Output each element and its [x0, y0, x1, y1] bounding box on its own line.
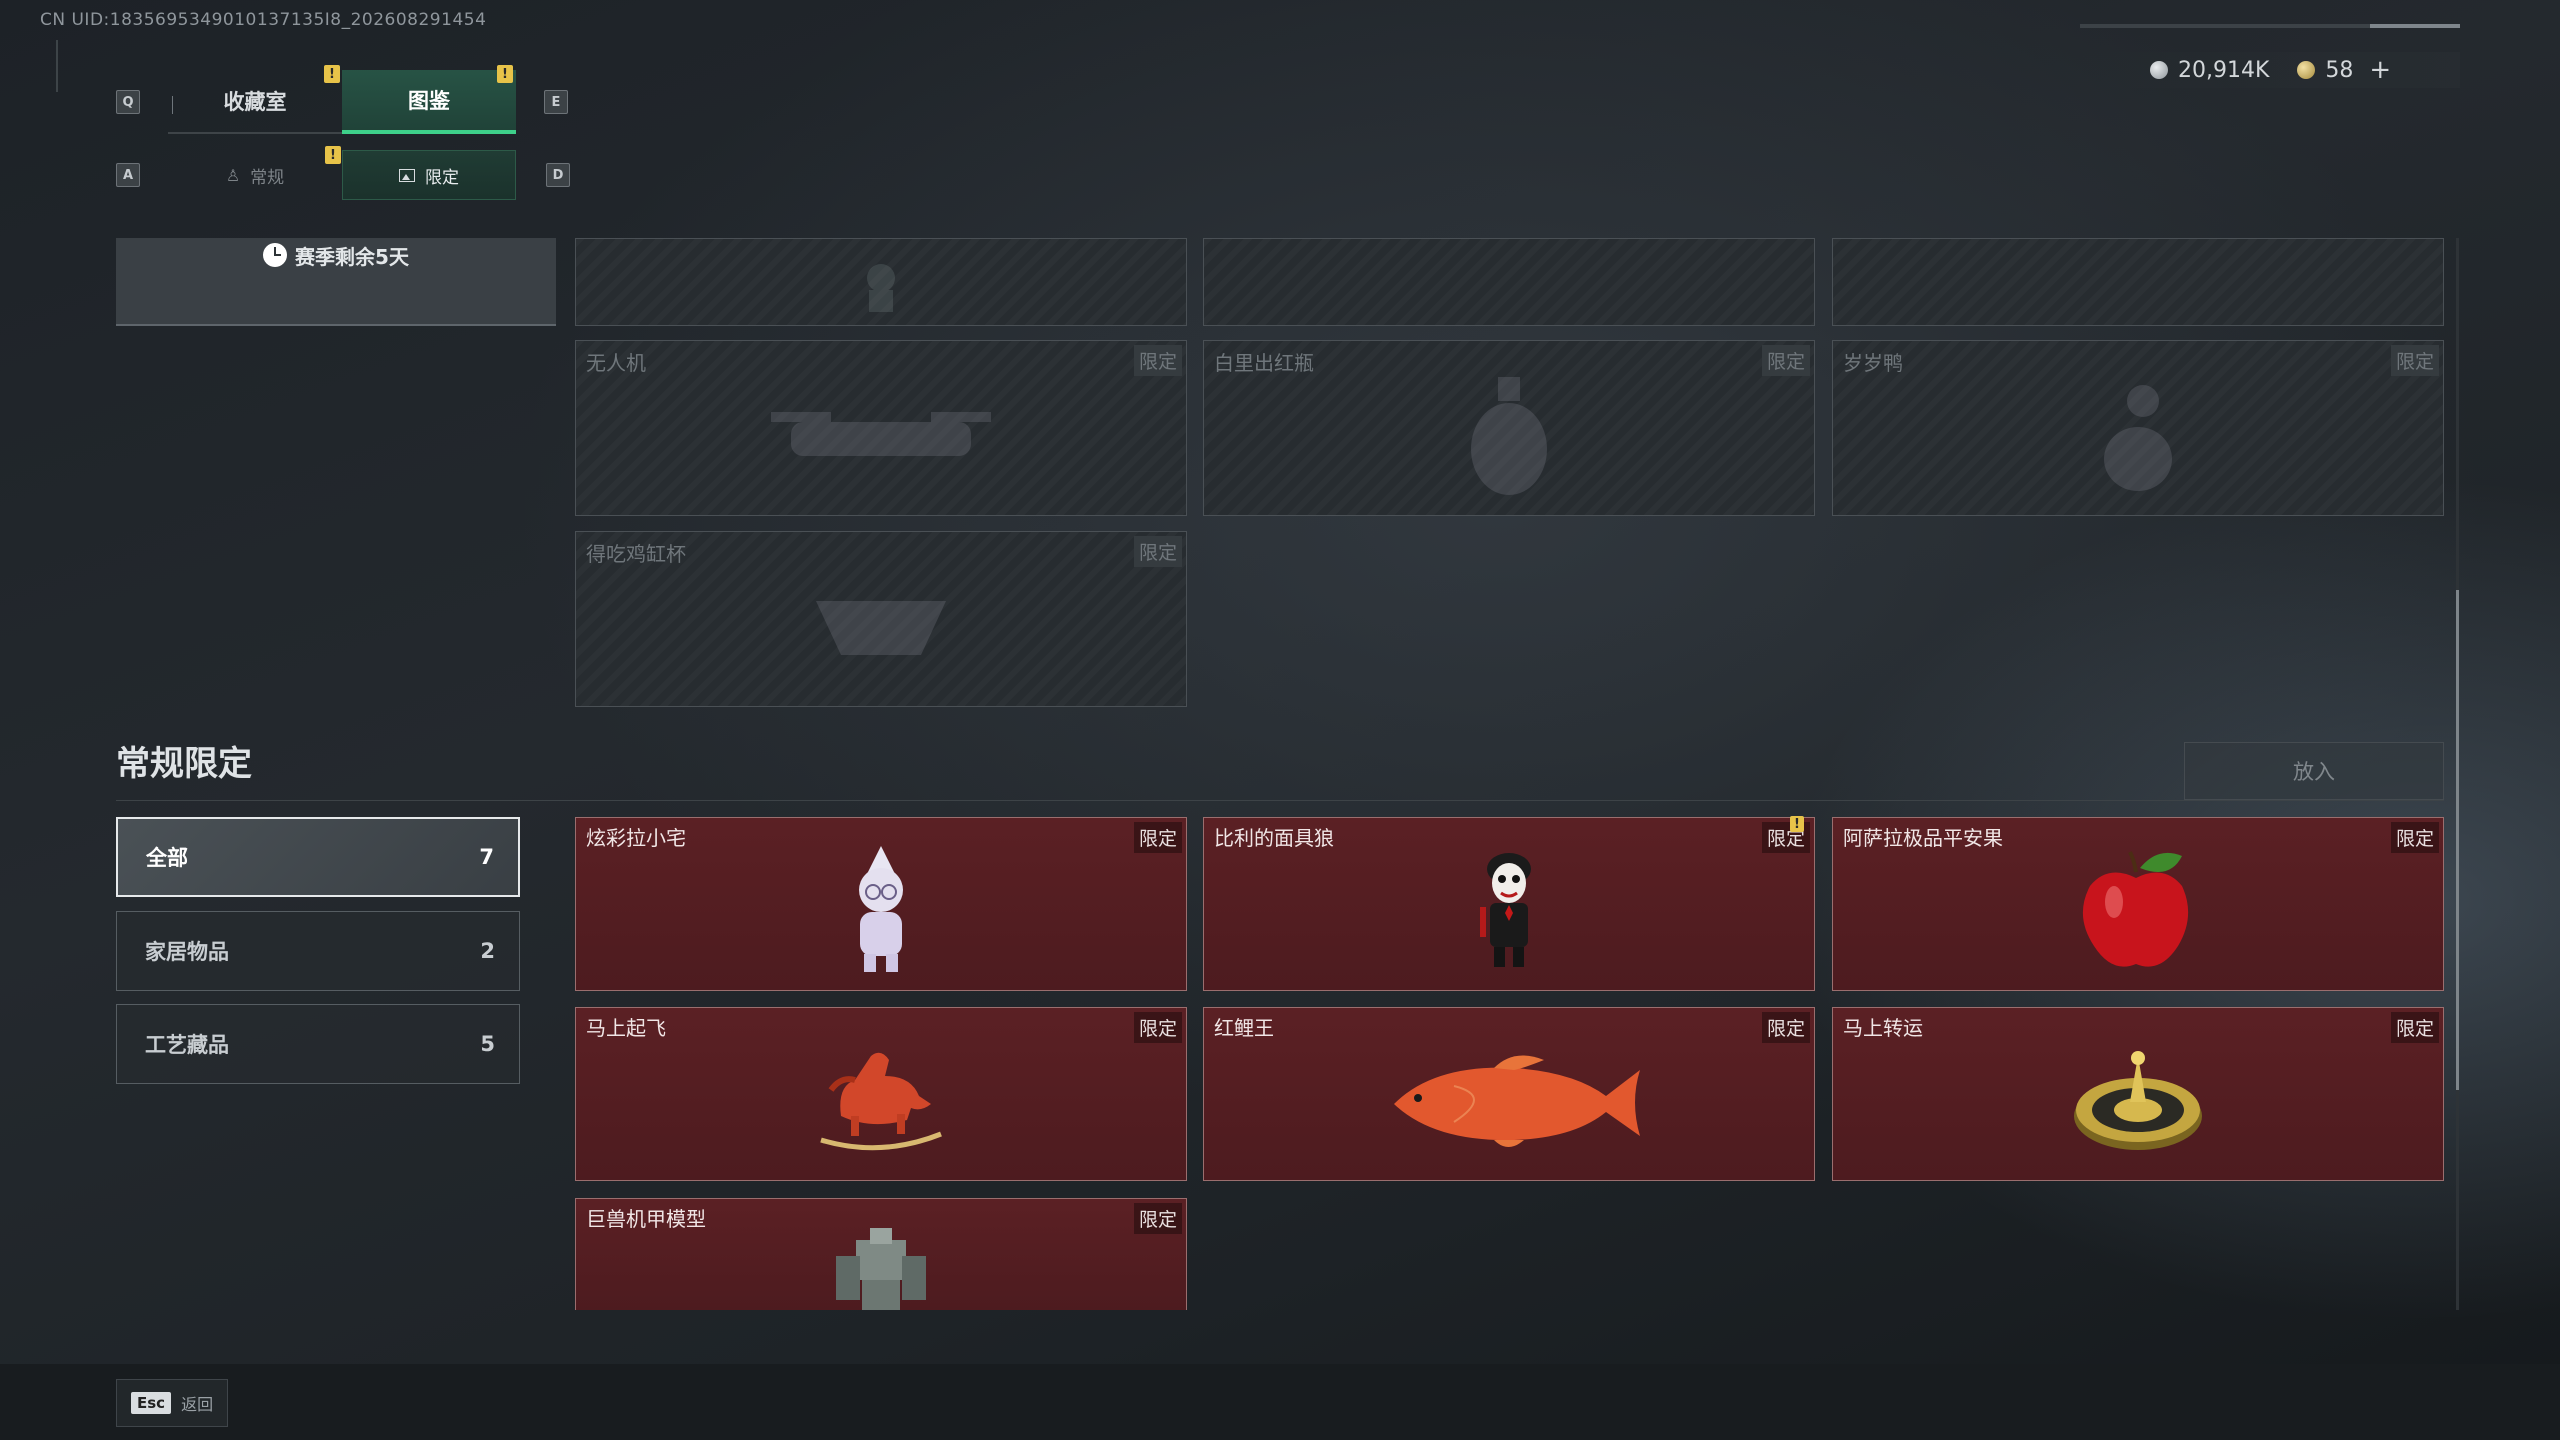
item-name: 比利的面具狼	[1214, 826, 1334, 850]
item-alert-icon: !	[1790, 816, 1804, 832]
silver-coin-icon	[2150, 61, 2168, 79]
item-name: 红鲤王	[1214, 1016, 1274, 1040]
subtab-regular-label: 常规	[250, 167, 285, 188]
item-silhouette-icon	[867, 264, 895, 313]
mask-doll-icon	[1480, 852, 1531, 967]
wheel-icon	[2074, 1050, 2202, 1150]
section-title: 常规限定	[116, 744, 252, 784]
top-progress-line	[2080, 24, 2460, 28]
filter-count: 5	[480, 1032, 495, 1056]
gold-amount: 58	[2325, 57, 2354, 83]
limited-tag: 限定	[1133, 536, 1182, 567]
corner-decoration	[56, 40, 66, 92]
filter-count: 7	[479, 845, 494, 869]
tab-collection-room[interactable]: 收藏室	[168, 70, 342, 134]
silver-amount: 20,914K	[2178, 57, 2270, 83]
season-remaining-text: 赛季剩余5天	[295, 244, 409, 269]
item-name: 炫彩拉小宅	[586, 826, 686, 850]
tab-codex[interactable]: 图鉴	[342, 70, 516, 134]
key-d-hint[interactable]: D	[546, 163, 570, 187]
locked-item-card[interactable]: 无人机 限定	[575, 340, 1187, 516]
limited-tag: 限定	[2390, 1012, 2439, 1043]
tab-collection-alert-icon: !	[324, 65, 340, 83]
horse-icon	[820, 1052, 942, 1151]
filter-household[interactable]: 家居物品 2	[116, 911, 520, 991]
apple-icon	[2082, 850, 2189, 967]
filter-label: 家居物品	[145, 940, 229, 964]
limited-tag: 限定	[1133, 1012, 1182, 1043]
subtab-limited[interactable]: 限定	[342, 150, 516, 200]
esc-key-hint: Esc	[131, 1392, 172, 1414]
gold-coin-icon	[2297, 61, 2316, 79]
locked-item-card[interactable]	[575, 238, 1187, 326]
carp-icon	[1394, 1055, 1640, 1147]
main-tabs: 收藏室 图鉴	[168, 70, 516, 134]
key-e-hint[interactable]: E	[544, 90, 568, 114]
item-card[interactable]: 巨兽机甲模型 限定	[575, 1198, 1187, 1310]
scrollbar-thumb[interactable]	[2456, 590, 2459, 1090]
mech-icon	[836, 1228, 926, 1310]
item-name: 无人机	[586, 351, 646, 375]
filter-all[interactable]: 全部 7	[116, 817, 520, 897]
tab-divider	[172, 96, 173, 114]
item-card[interactable]: 阿萨拉极品平安果 限定	[1832, 817, 2444, 991]
back-label: 返回	[181, 1395, 214, 1414]
item-card[interactable]: 马上起飞 限定	[575, 1007, 1187, 1181]
item-name: 马上起飞	[586, 1016, 666, 1040]
item-name: 阿萨拉极品平安果	[1843, 826, 2003, 850]
item-card[interactable]: 马上转运 限定	[1832, 1007, 2444, 1181]
duck-silhouette-icon	[2104, 384, 2172, 491]
item-card[interactable]: 红鲤王 限定	[1203, 1007, 1815, 1181]
limited-tag: 限定	[1133, 822, 1182, 853]
locked-item-card[interactable]: 白里出红瓶 限定	[1203, 340, 1815, 516]
locked-item-card[interactable]: 得吃鸡缸杯 限定	[575, 531, 1187, 707]
limited-tag: 限定	[1761, 1012, 1810, 1043]
key-a-hint[interactable]: A	[116, 163, 140, 187]
item-name: 马上转运	[1843, 1016, 1923, 1040]
item-card[interactable]: 炫彩拉小宅 限定	[575, 817, 1187, 991]
locked-item-card[interactable]	[1832, 238, 2444, 326]
subtab-regular[interactable]: ♙ 常规	[168, 150, 342, 200]
locked-item-card[interactable]	[1203, 238, 1815, 326]
locked-item-card[interactable]: 岁岁鸭 限定	[1832, 340, 2444, 516]
limited-tag: 限定	[1761, 345, 1810, 376]
filter-label: 工艺藏品	[145, 1033, 229, 1057]
put-in-button[interactable]: 放入	[2184, 742, 2444, 800]
uid-text: CN UID:1835695349010137135I8_20260829145…	[40, 10, 487, 30]
back-button[interactable]: Esc 返回	[116, 1379, 228, 1427]
subtab-limited-label: 限定	[425, 167, 459, 188]
season-remaining: 赛季剩余5天	[116, 240, 556, 270]
key-q-hint[interactable]: Q	[116, 90, 140, 114]
section-divider	[116, 800, 2444, 801]
add-currency-button[interactable]: +	[2369, 55, 2391, 85]
item-name: 岁岁鸭	[1843, 351, 1903, 375]
subtab-regular-alert-icon: !	[325, 146, 341, 164]
figure-icon: ♙	[225, 165, 241, 185]
limited-tag: 限定	[1133, 345, 1182, 376]
filter-count: 2	[480, 939, 495, 963]
limited-tag: 限定	[1133, 1203, 1182, 1234]
filter-crafts[interactable]: 工艺藏品 5	[116, 1004, 520, 1084]
bottom-bar	[0, 1364, 2560, 1440]
currency-bar: 20,914K 58 +	[2080, 52, 2460, 88]
tab-codex-alert-icon: !	[497, 65, 513, 83]
limited-tag: 限定	[2390, 822, 2439, 853]
item-card[interactable]: 比利的面具狼 限定 !	[1203, 816, 1815, 991]
item-name: 白里出红瓶	[1214, 351, 1314, 375]
bottle-silhouette-icon	[1471, 376, 1547, 495]
clock-icon	[263, 243, 288, 267]
item-name: 巨兽机甲模型	[586, 1207, 706, 1231]
limited-tag: 限定	[2390, 345, 2439, 376]
figurine-icon	[859, 845, 903, 972]
filter-label: 全部	[146, 846, 188, 870]
item-name: 得吃鸡缸杯	[586, 542, 686, 566]
image-icon	[399, 168, 415, 182]
cup-silhouette-icon	[816, 600, 946, 655]
drone-silhouette-icon	[771, 411, 991, 456]
